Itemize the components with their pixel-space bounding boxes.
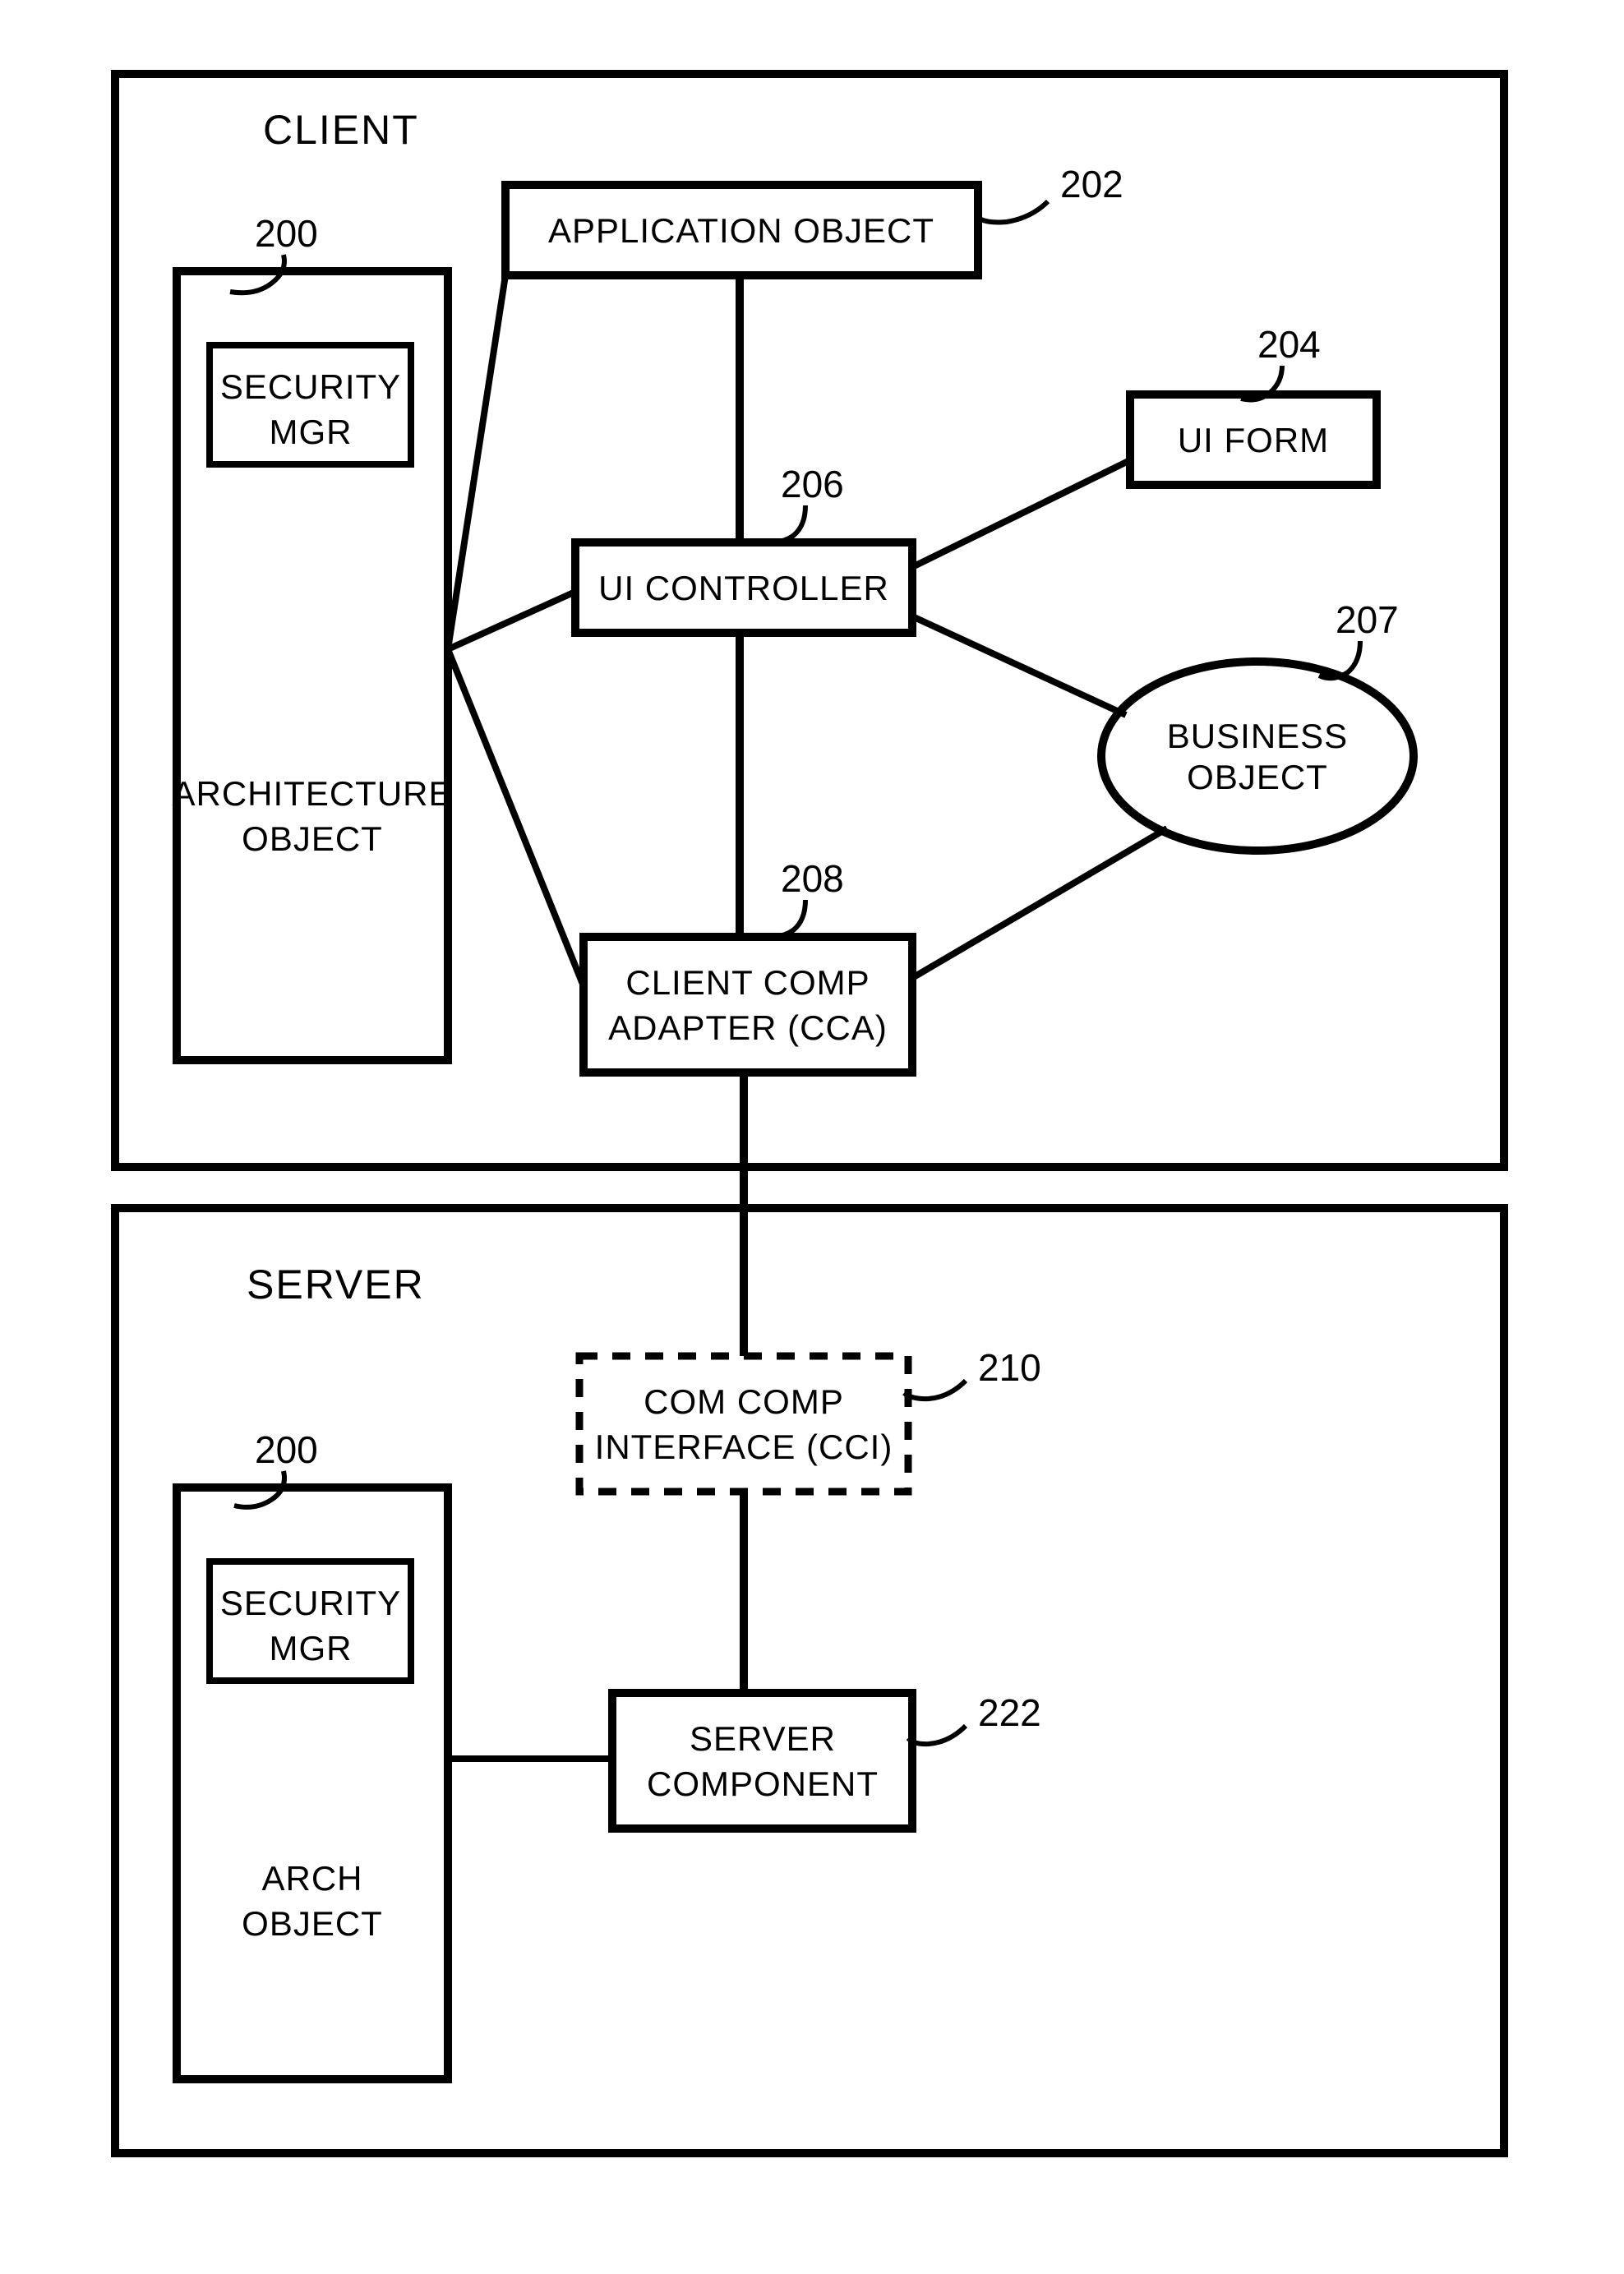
security-label-server-2: MGR (270, 1629, 353, 1667)
arch-client-label-1: ARCHITECTURE (172, 774, 452, 813)
client-section-label: CLIENT (263, 107, 419, 153)
server-component-ref: 222 (978, 1691, 1041, 1734)
com-comp-interface (579, 1356, 908, 1492)
arch-server-label-2: OBJECT (242, 1904, 383, 1943)
cci-ref: 210 (978, 1346, 1041, 1389)
arch-client-label-2: OBJECT (242, 819, 383, 858)
cci-label-2: INTERFACE (CCI) (595, 1428, 893, 1466)
security-label-server-1: SECURITY (220, 1584, 401, 1622)
business-object-ref: 207 (1336, 598, 1399, 641)
architecture-diagram: CLIENT 200 SECURITY MGR ARCHITECTURE OBJ… (0, 0, 1624, 2274)
client-comp-adapter (584, 937, 912, 1072)
business-object (1101, 662, 1414, 851)
server-section-label: SERVER (247, 1262, 425, 1308)
security-label-client-1: SECURITY (220, 367, 401, 406)
ui-form-label: UI FORM (1178, 421, 1329, 459)
business-object-label-1: BUSINESS (1167, 717, 1348, 755)
arch-client-ref: 200 (255, 212, 318, 255)
server-component (612, 1693, 912, 1829)
arch-object-server (177, 1488, 448, 2079)
cca-ref: 208 (781, 857, 844, 900)
cca-label-1: CLIENT COMP (625, 963, 870, 1002)
ui-controller-ref: 206 (781, 463, 844, 505)
cca-label-2: ADAPTER (CCA) (608, 1008, 888, 1047)
ui-form-ref: 204 (1257, 323, 1321, 366)
server-component-label-2: COMPONENT (647, 1764, 879, 1803)
application-object-label: APPLICATION OBJECT (548, 211, 934, 250)
security-label-client-2: MGR (270, 413, 353, 451)
cci-label-1: COM COMP (644, 1382, 844, 1421)
arch-server-label-1: ARCH (261, 1859, 362, 1898)
ui-controller-label: UI CONTROLLER (598, 569, 889, 607)
application-object-ref: 202 (1060, 163, 1123, 205)
server-component-label-1: SERVER (690, 1719, 836, 1758)
business-object-label-2: OBJECT (1187, 758, 1328, 796)
arch-server-ref: 200 (255, 1428, 318, 1471)
